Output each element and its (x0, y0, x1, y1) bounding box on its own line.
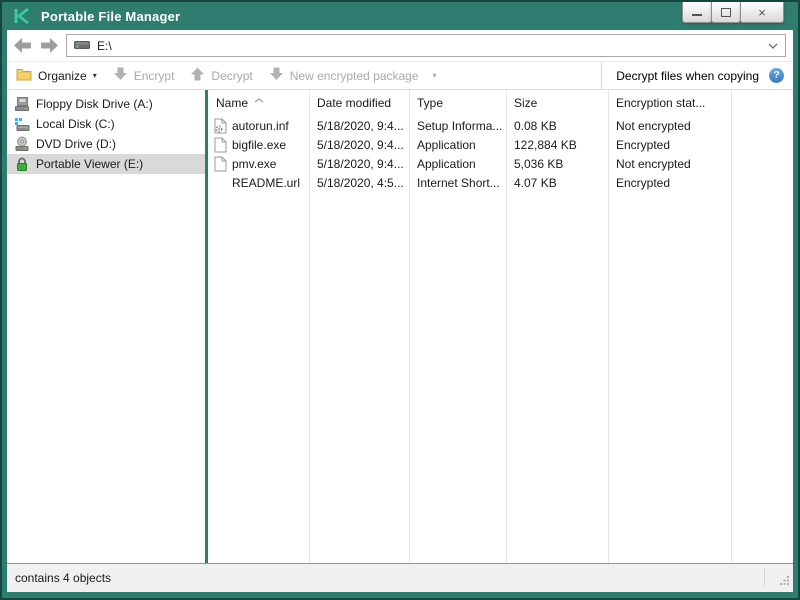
file-encryption-status: Not encrypted (616, 118, 691, 133)
decrypt-when-copying-label: Decrypt files when copying (616, 68, 759, 83)
sidebar-item-label: Floppy Disk Drive (A:) (36, 97, 153, 111)
column-header-encryption-status[interactable]: Encryption stat... (608, 96, 731, 110)
file-list-header: Name Date modified Type Size Encryption … (208, 90, 793, 116)
maximize-button[interactable] (711, 2, 741, 23)
minimize-icon (692, 14, 702, 16)
minimize-button[interactable] (682, 2, 712, 23)
navigation-bar: E:\ (7, 30, 793, 62)
file-icon (214, 137, 227, 153)
lock-icon (14, 156, 30, 172)
sidebar-item-label: DVD Drive (D:) (36, 137, 116, 151)
file-type: Internet Short... (417, 175, 500, 190)
drive-sidebar: Floppy Disk Drive (A:) Local Disk (C:) D… (7, 90, 205, 563)
file-encryption-status: Encrypted (616, 175, 671, 190)
portable-file-manager-window: Portable File Manager × E:\ Organize ▾ E… (0, 0, 800, 600)
encrypt-label: Encrypt (133, 68, 175, 83)
new-encrypted-package-button[interactable]: New encrypted package ▾ (269, 67, 437, 84)
address-text: E:\ (97, 38, 112, 53)
file-date: 5/18/2020, 4:5... (317, 175, 404, 190)
sort-asc-icon (254, 92, 264, 106)
window-content: E:\ Organize ▾ Encrypt Decrypt New encry… (7, 30, 793, 592)
sidebar-item-portable-e[interactable]: Portable Viewer (E:) (7, 154, 205, 174)
toolbar-right-section: Decrypt files when copying ? (601, 62, 784, 89)
encrypt-arrow-down-icon (113, 67, 128, 84)
window-controls: × (682, 2, 784, 23)
hard-disk-icon (14, 116, 30, 132)
back-button[interactable] (14, 38, 32, 53)
file-name: bigfile.exe (232, 137, 287, 152)
status-bar: contains 4 objects (7, 563, 793, 592)
kaspersky-logo-icon (12, 6, 32, 26)
status-bar-divider (764, 569, 765, 587)
maximize-icon (721, 7, 731, 17)
forward-button[interactable] (40, 38, 58, 53)
column-header-date-modified[interactable]: Date modified (309, 96, 409, 110)
file-type: Setup Informa... (417, 118, 503, 133)
package-arrow-down-icon (269, 67, 284, 84)
file-row-pmv-exe[interactable]: pmv.exe 5/18/2020, 9:4... Application 5,… (208, 154, 793, 173)
decrypt-label: Decrypt (211, 68, 253, 83)
file-date: 5/18/2020, 9:4... (317, 118, 404, 133)
column-divider[interactable] (309, 90, 310, 563)
organize-label: Organize (38, 68, 87, 83)
file-name: pmv.exe (232, 156, 277, 171)
window-title: Portable File Manager (41, 8, 181, 24)
file-type: Application (417, 156, 476, 171)
column-divider[interactable] (731, 90, 732, 563)
sidebar-item-label: Local Disk (C:) (36, 117, 115, 131)
file-encryption-status: Not encrypted (616, 156, 691, 171)
new-encrypted-package-caret-icon: ▾ (432, 71, 437, 80)
close-icon: × (758, 4, 766, 20)
file-size: 4.07 KB (514, 175, 557, 190)
setup-file-icon (214, 118, 227, 134)
column-divider[interactable] (409, 90, 410, 563)
decrypt-button[interactable]: Decrypt (190, 67, 253, 84)
file-size: 5,036 KB (514, 156, 564, 171)
organize-caret-icon: ▾ (92, 71, 97, 80)
decrypt-arrow-up-icon (190, 67, 205, 84)
file-name: README.url (232, 175, 301, 190)
drive-icon (74, 37, 90, 55)
file-type: Application (417, 137, 476, 152)
new-encrypted-package-label: New encrypted package (289, 68, 419, 83)
folder-icon (16, 68, 32, 84)
file-encryption-status: Encrypted (616, 137, 671, 152)
sidebar-item-dvd-d[interactable]: DVD Drive (D:) (7, 134, 205, 154)
file-list: Name Date modified Type Size Encryption … (208, 90, 793, 563)
main-area: Floppy Disk Drive (A:) Local Disk (C:) D… (7, 90, 793, 563)
sidebar-item-floppy-a[interactable]: Floppy Disk Drive (A:) (7, 94, 205, 114)
file-icon (214, 156, 227, 172)
status-text: contains 4 objects (15, 571, 112, 585)
chevron-down-icon[interactable] (768, 43, 778, 49)
close-button[interactable]: × (740, 2, 784, 23)
column-divider[interactable] (608, 90, 609, 563)
file-name: autorun.inf (232, 118, 289, 133)
help-icon[interactable]: ? (769, 68, 784, 83)
dvd-drive-icon (14, 136, 30, 152)
titlebar: Portable File Manager × (2, 2, 798, 30)
blank-icon (214, 175, 227, 191)
sidebar-item-label: Portable Viewer (E:) (36, 157, 144, 171)
file-date: 5/18/2020, 9:4... (317, 137, 404, 152)
column-divider[interactable] (506, 90, 507, 563)
column-header-size[interactable]: Size (506, 96, 608, 110)
resize-grip[interactable] (779, 575, 790, 589)
file-date: 5/18/2020, 9:4... (317, 156, 404, 171)
file-row-readme-url[interactable]: README.url 5/18/2020, 4:5... Internet Sh… (208, 173, 793, 192)
address-bar[interactable]: E:\ (66, 34, 786, 57)
file-row-bigfile-exe[interactable]: bigfile.exe 5/18/2020, 9:4... Applicatio… (208, 135, 793, 154)
sidebar-item-local-c[interactable]: Local Disk (C:) (7, 114, 205, 134)
file-size: 122,884 KB (514, 137, 577, 152)
organize-button[interactable]: Organize ▾ (16, 68, 97, 84)
column-header-type[interactable]: Type (409, 96, 506, 110)
floppy-drive-icon (14, 96, 30, 112)
file-size: 0.08 KB (514, 118, 557, 133)
toolbar: Organize ▾ Encrypt Decrypt New encrypted… (7, 62, 793, 90)
file-row-autorun-inf[interactable]: autorun.inf 5/18/2020, 9:4... Setup Info… (208, 116, 793, 135)
encrypt-button[interactable]: Encrypt (113, 67, 175, 84)
